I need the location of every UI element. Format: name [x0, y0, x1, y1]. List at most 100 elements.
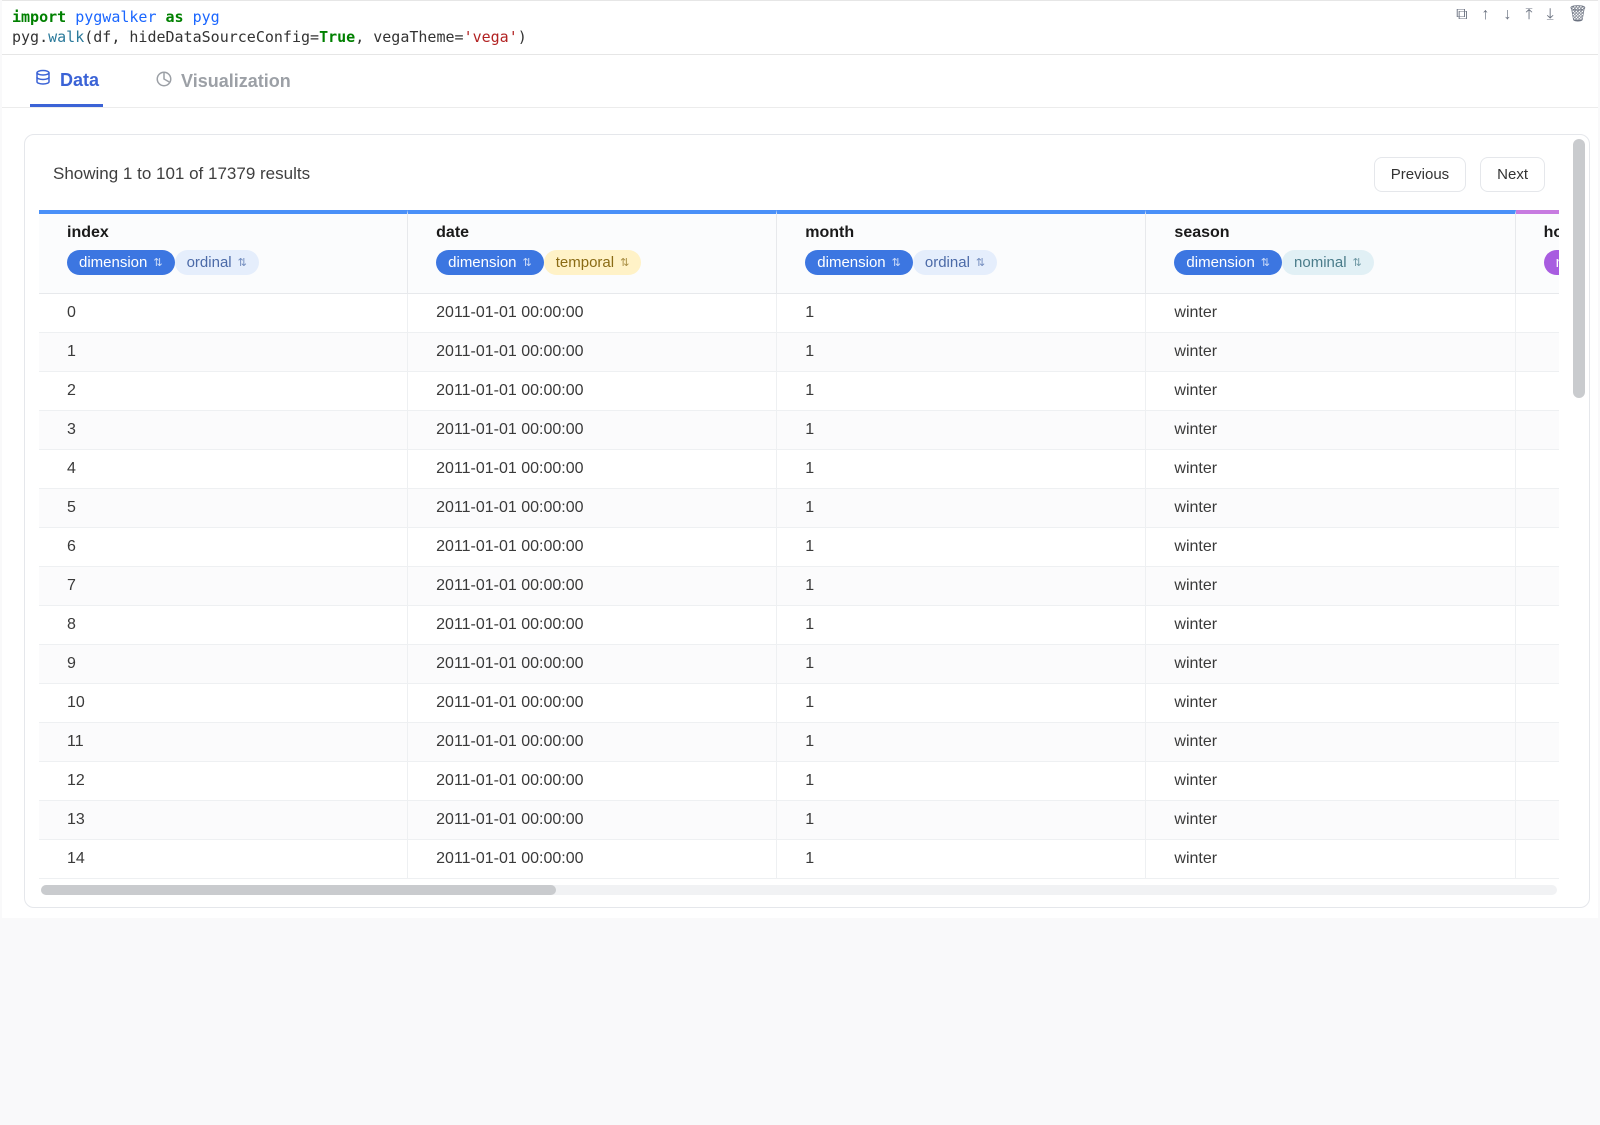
cell-index: 7	[39, 567, 408, 606]
cell-hour: 7	[1516, 567, 1559, 606]
cell-month: 1	[777, 333, 1146, 372]
arrow-up-icon[interactable]: ↑	[1482, 7, 1490, 23]
cell-season: winter	[1146, 528, 1515, 567]
scale-pill[interactable]: ordinal⇅	[913, 250, 997, 275]
table-row: 22011-01-01 00:00:001winter22011no	[39, 372, 1559, 411]
cell-date: 2011-01-01 00:00:00	[408, 372, 777, 411]
cell-season: winter	[1146, 333, 1515, 372]
column-name: hour	[1544, 224, 1559, 242]
cell-date: 2011-01-01 00:00:00	[408, 801, 777, 840]
insert-above-icon[interactable]: ⤒	[1526, 7, 1533, 23]
table-row: 12011-01-01 00:00:001winter12011no	[39, 333, 1559, 372]
insert-below-icon[interactable]: ⤓	[1547, 7, 1554, 23]
table-row: 42011-01-01 00:00:001winter42011no	[39, 450, 1559, 489]
cell-season: winter	[1146, 645, 1515, 684]
table-row: 62011-01-01 00:00:001winter62011no	[39, 528, 1559, 567]
table-row: 52011-01-01 00:00:001winter52011no	[39, 489, 1559, 528]
cell-hour: 5	[1516, 489, 1559, 528]
cell-month: 1	[777, 528, 1146, 567]
role-pill[interactable]: measure⇅	[1544, 250, 1559, 275]
table-row: 72011-01-01 00:00:001winter72011no	[39, 567, 1559, 606]
table-row: 132011-01-01 00:00:001winter132011no	[39, 801, 1559, 840]
table-row: 02011-01-01 00:00:001winter02011no	[39, 294, 1559, 333]
cell-hour: 14	[1516, 840, 1559, 879]
pagination: Previous Next	[1374, 157, 1545, 192]
cell-hour: 0	[1516, 294, 1559, 333]
cell-season: winter	[1146, 294, 1515, 333]
cell-date: 2011-01-01 00:00:00	[408, 528, 777, 567]
table-row: 32011-01-01 00:00:001winter32011no	[39, 411, 1559, 450]
code-editor[interactable]: import pygwalker as pyg pyg.walk(df, hid…	[2, 1, 1456, 54]
cell-season: winter	[1146, 450, 1515, 489]
chevron-updown-icon: ⇅	[1353, 256, 1362, 269]
cell-date: 2011-01-01 00:00:00	[408, 762, 777, 801]
role-pill[interactable]: dimension⇅	[67, 250, 175, 275]
cell-date: 2011-01-01 00:00:00	[408, 294, 777, 333]
cell-index: 8	[39, 606, 408, 645]
cell-season: winter	[1146, 840, 1515, 879]
cell-index: 0	[39, 294, 408, 333]
column-name: season	[1174, 224, 1486, 242]
scale-pill[interactable]: ordinal⇅	[175, 250, 259, 275]
cell-month: 1	[777, 411, 1146, 450]
scale-pill[interactable]: temporal⇅	[544, 250, 642, 275]
cell-hour: 9	[1516, 645, 1559, 684]
role-pill[interactable]: dimension⇅	[436, 250, 544, 275]
cell-month: 1	[777, 645, 1146, 684]
cell-month: 1	[777, 723, 1146, 762]
cell-index: 5	[39, 489, 408, 528]
next-button[interactable]: Next	[1480, 157, 1545, 192]
chevron-updown-icon: ⇅	[892, 256, 901, 269]
tab-data-label: Data	[60, 70, 99, 91]
tab-viz-label: Visualization	[181, 71, 291, 92]
cell-index: 3	[39, 411, 408, 450]
table-row: 92011-01-01 00:00:001winter92011no	[39, 645, 1559, 684]
trash-icon[interactable]: 🗑	[1568, 7, 1588, 23]
cell-index: 4	[39, 450, 408, 489]
cell-date: 2011-01-01 00:00:00	[408, 567, 777, 606]
tab-visualization[interactable]: Visualization	[151, 65, 295, 107]
column-name: index	[67, 224, 379, 242]
copy-icon[interactable]: ⧉	[1456, 7, 1467, 23]
cell-date: 2011-01-01 00:00:00	[408, 684, 777, 723]
cell-season: winter	[1146, 372, 1515, 411]
arrow-down-icon[interactable]: ↓	[1504, 7, 1512, 23]
horizontal-scrollbar[interactable]	[41, 885, 1557, 895]
cell-month: 1	[777, 840, 1146, 879]
cell-toolbar: ⧉ ↑ ↓ ⤒ ⤓ 🗑	[1456, 1, 1598, 23]
cell-index: 14	[39, 840, 408, 879]
chevron-updown-icon: ⇅	[153, 256, 162, 269]
vertical-scrollbar[interactable]	[1573, 139, 1585, 903]
column-name: date	[436, 224, 748, 242]
cell-index: 6	[39, 528, 408, 567]
cell-month: 1	[777, 762, 1146, 801]
cell-index: 13	[39, 801, 408, 840]
notebook-cell-header: import pygwalker as pyg pyg.walk(df, hid…	[2, 0, 1598, 55]
cell-hour: 1	[1516, 333, 1559, 372]
tab-data[interactable]: Data	[30, 65, 103, 107]
cell-hour: 4	[1516, 450, 1559, 489]
cell-month: 1	[777, 489, 1146, 528]
cell-hour: 12	[1516, 762, 1559, 801]
data-table: indexdimension⇅ordinal⇅datedimension⇅tem…	[39, 210, 1559, 879]
database-icon	[34, 69, 52, 92]
cell-season: winter	[1146, 567, 1515, 606]
cell-date: 2011-01-01 00:00:00	[408, 723, 777, 762]
cell-date: 2011-01-01 00:00:00	[408, 840, 777, 879]
cell-month: 1	[777, 294, 1146, 333]
cell-season: winter	[1146, 723, 1515, 762]
column-header-season: season dimension⇅nominal⇅	[1146, 210, 1515, 294]
cell-season: winter	[1146, 684, 1515, 723]
cell-hour: 11	[1516, 723, 1559, 762]
role-pill[interactable]: dimension⇅	[805, 250, 913, 275]
cell-date: 2011-01-01 00:00:00	[408, 645, 777, 684]
scale-pill[interactable]: nominal⇅	[1282, 250, 1374, 275]
cell-season: winter	[1146, 489, 1515, 528]
column-header-index: index dimension⇅ordinal⇅	[39, 210, 408, 294]
cell-hour: 8	[1516, 606, 1559, 645]
cell-index: 11	[39, 723, 408, 762]
role-pill[interactable]: dimension⇅	[1174, 250, 1282, 275]
table-row: 112011-01-01 00:00:001winter112011no	[39, 723, 1559, 762]
previous-button[interactable]: Previous	[1374, 157, 1466, 192]
cell-month: 1	[777, 684, 1146, 723]
